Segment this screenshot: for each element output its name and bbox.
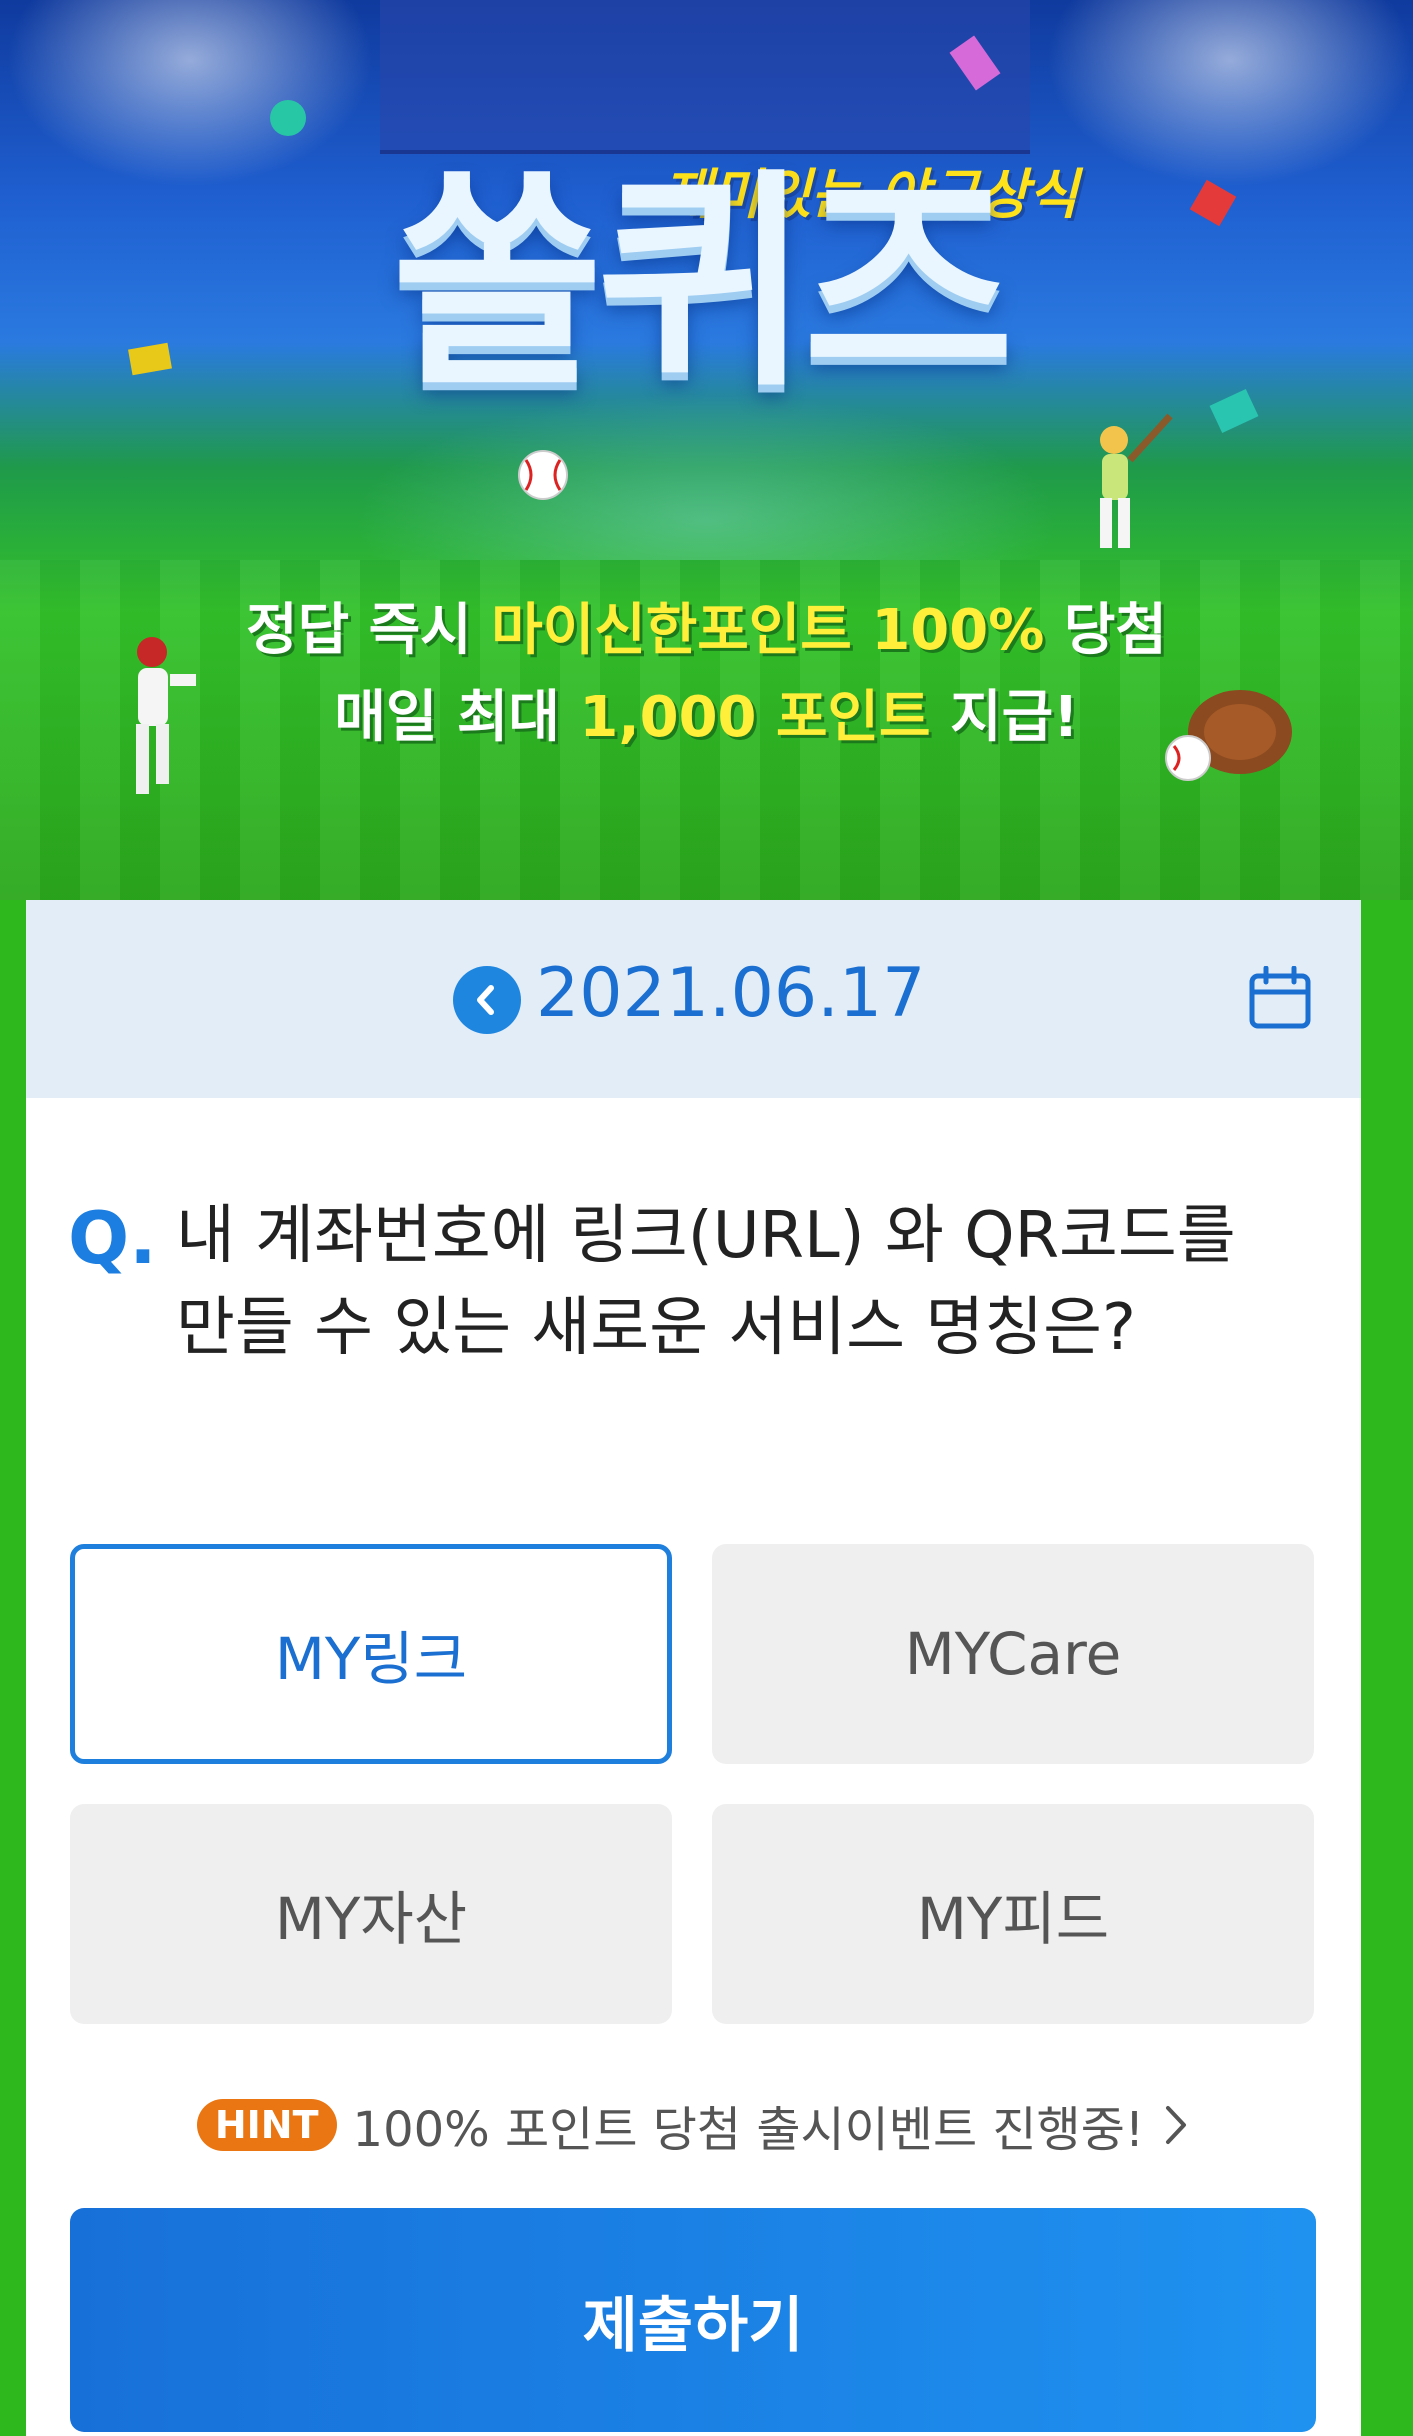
answer-option-1[interactable]: MY링크 [70,1544,672,1764]
promo-text: 매일 최대 [334,685,580,750]
hint-badge: HINT [196,2099,337,2151]
calendar-icon[interactable] [1248,966,1312,1030]
event-banner: 재미있는 야구상식 쏠퀴즈 정답 즉시 마이신한포인트 100% 당첨 매일 최… [0,0,1413,900]
date-bar: 2021.06.17 [26,900,1361,1098]
promo-line-2: 매일 최대 1,000 포인트 지급! [0,672,1413,753]
quiz-card: 2021.06.17 Q. 내 계좌번호에 링크(URL) 와 QR코드를 만들… [26,900,1361,2436]
batter-player-icon [1100,413,1173,548]
question-prefix: Q. [68,1196,157,1280]
promo-text: 정답 즉시 [246,598,492,663]
confetti [270,100,306,136]
answer-option-2[interactable]: MYCare [712,1544,1314,1764]
chevron-right-icon [1166,2106,1187,2144]
promo-highlight: 마이신한포인트 100% [491,598,1045,663]
submit-button[interactable]: 제출하기 [70,2208,1316,2432]
chevron-left-icon [477,985,494,1015]
promo-text: 당첨 [1044,598,1167,663]
question-text: 내 계좌번호에 링크(URL) 와 QR코드를 만들 수 있는 새로운 서비스 … [176,1199,1236,1365]
scoreboard [380,0,1030,154]
hint-text: 100% 포인트 당첨 출시이벤트 진행중! [352,2102,1145,2158]
quiz-date: 2021.06.17 [536,954,926,1033]
promo-text: 지급! [930,685,1079,750]
promo-highlight: 1,000 포인트 [579,685,931,750]
banner-title: 쏠퀴즈 [391,151,1015,418]
baseball-icon [518,450,568,500]
answer-option-3[interactable]: MY자산 [70,1804,672,2024]
answer-option-4[interactable]: MY피드 [712,1804,1314,2024]
previous-date-button[interactable] [453,966,521,1034]
hint-link[interactable]: HINT 100% 포인트 당첨 출시이벤트 진행중! [26,2090,1361,2160]
promo-line-1: 정답 즉시 마이신한포인트 100% 당첨 [0,585,1413,666]
